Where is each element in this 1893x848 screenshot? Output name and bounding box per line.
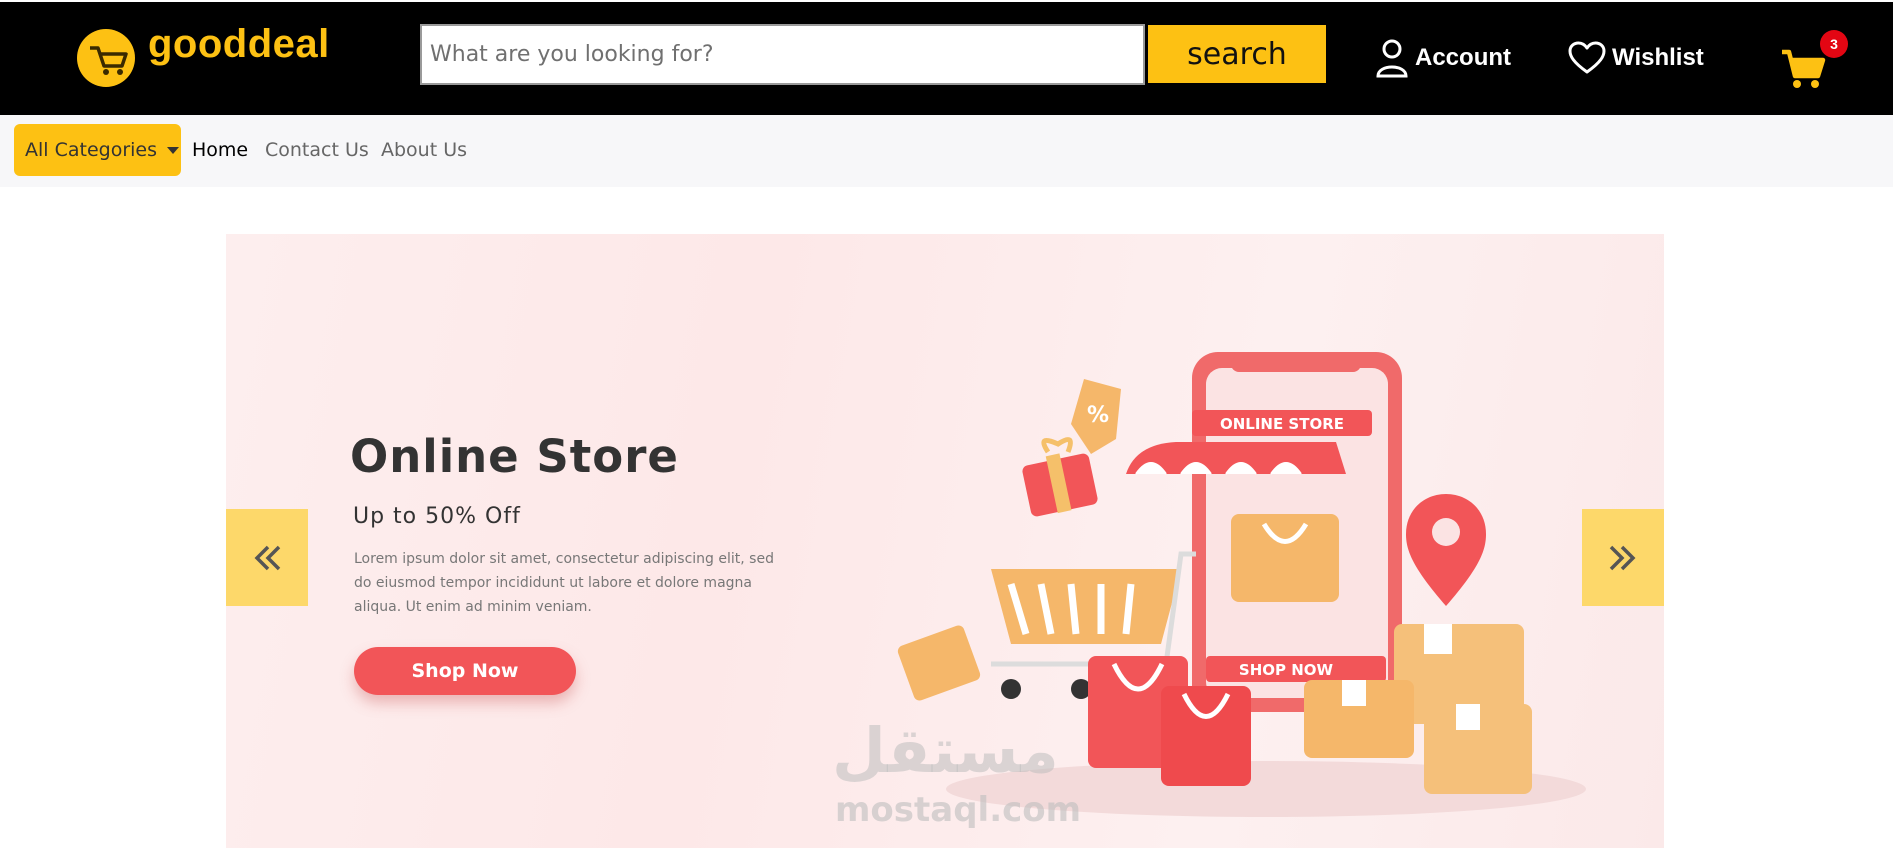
- price-tag-illustration: %: [1071, 379, 1121, 454]
- brand-name[interactable]: gooddeal: [148, 22, 330, 67]
- nav-home[interactable]: Home: [192, 139, 248, 161]
- secondary-nav: All Categories Home Contact Us About Us: [0, 115, 1893, 187]
- shop-now-button[interactable]: Shop Now: [354, 647, 576, 695]
- location-pin-illustration: [1406, 494, 1486, 606]
- hero-title: Online Store: [350, 430, 679, 483]
- user-icon: [1376, 39, 1408, 78]
- double-chevron-right-icon: [1609, 545, 1636, 570]
- account-link[interactable]: Account: [1375, 39, 1511, 78]
- wishlist-label: Wishlist: [1612, 44, 1704, 71]
- search-input[interactable]: [420, 24, 1145, 85]
- account-label: Account: [1415, 44, 1511, 71]
- top-header: gooddeal search Account Wishlist 3: [0, 0, 1893, 115]
- cart-count-badge: 3: [1820, 30, 1848, 58]
- caret-down-icon: [167, 146, 180, 154]
- carousel-prev-button[interactable]: [226, 509, 308, 606]
- hero-subtitle: Up to 50% Off: [353, 504, 521, 529]
- heart-icon: [1568, 41, 1606, 74]
- watermark-arabic: مستقل: [832, 714, 1059, 787]
- nav-about-us[interactable]: About Us: [381, 139, 467, 161]
- nav-contact-us[interactable]: Contact Us: [265, 139, 369, 161]
- search-button[interactable]: search: [1148, 25, 1326, 83]
- cart-logo-icon[interactable]: [76, 26, 144, 88]
- hero-description: Lorem ipsum dolor sit amet, consectetur …: [354, 551, 774, 615]
- all-categories-dropdown[interactable]: All Categories: [14, 124, 181, 176]
- watermark-latin: mostaql.com: [835, 790, 1082, 830]
- all-categories-label: All Categories: [25, 139, 158, 161]
- phone-shop-now-text: SHOP NOW: [1239, 661, 1334, 679]
- double-chevron-left-icon: [254, 545, 281, 570]
- wishlist-link[interactable]: Wishlist: [1568, 40, 1704, 76]
- carousel-next-button[interactable]: [1582, 509, 1664, 606]
- cart-icon[interactable]: [1780, 48, 1826, 90]
- gift-box-illustration: [1022, 437, 1098, 517]
- phone-banner-text: ONLINE STORE: [1220, 415, 1344, 433]
- discount-tag-text: %: [1087, 403, 1109, 428]
